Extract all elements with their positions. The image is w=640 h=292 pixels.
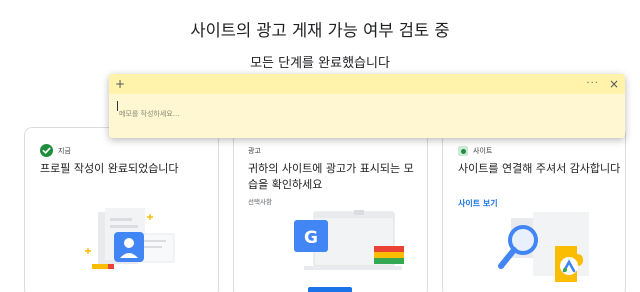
close-icon[interactable]: ×: [609, 78, 619, 90]
status-label: 지금: [58, 147, 71, 155]
optional-note: 선택사항: [248, 198, 272, 206]
status-row: 광고: [248, 144, 261, 158]
site-card: 사이트 사이트를 연결해 주셔서 감사합니다 사이트 보기: [442, 127, 626, 292]
check-circle-icon: [40, 142, 53, 161]
card-title: 사이트를 연결해 주셔서 감사합니다: [458, 162, 621, 175]
add-note-icon[interactable]: +: [115, 78, 125, 90]
sticky-note[interactable]: + ··· × 메모를 작성하세요...: [109, 74, 625, 138]
page-title: 사이트의 광고 게재 가능 여부 검토 중: [190, 21, 450, 40]
note-text-area[interactable]: 메모를 작성하세요...: [109, 94, 625, 138]
profile-card: 지금 프로필 작성이 완료되었습니다: [24, 127, 219, 292]
more-options-icon[interactable]: ···: [586, 79, 599, 89]
site-dot-icon: [458, 146, 468, 156]
sticky-note-header[interactable]: + ··· ×: [109, 74, 625, 94]
text-cursor: [117, 101, 118, 111]
note-placeholder: 메모를 작성하세요...: [119, 110, 180, 118]
status-row: 사이트: [458, 144, 492, 158]
view-site-link[interactable]: 사이트 보기: [458, 198, 498, 209]
status-label: 사이트: [473, 147, 493, 155]
ad-preview-card: 광고 귀하의 사이트에 광고가 표시되는 모습을 확인하세요 선택사항 G: [233, 127, 428, 292]
google-g-letter: G: [304, 228, 318, 248]
site-puzzle-illustration: [498, 212, 589, 282]
card-title: 귀하의 사이트에 광고가 표시되는 모습을 확인하세요: [248, 162, 414, 191]
profile-illustration: [85, 208, 175, 269]
ad-preview-illustration: G: [294, 210, 404, 292]
status-row: 지금: [40, 142, 71, 161]
status-label: 광고: [248, 147, 261, 155]
card-title: 프로필 작성이 완료되었습니다: [40, 162, 179, 175]
page-subtitle: 모든 단계를 완료했습니다: [250, 56, 390, 71]
